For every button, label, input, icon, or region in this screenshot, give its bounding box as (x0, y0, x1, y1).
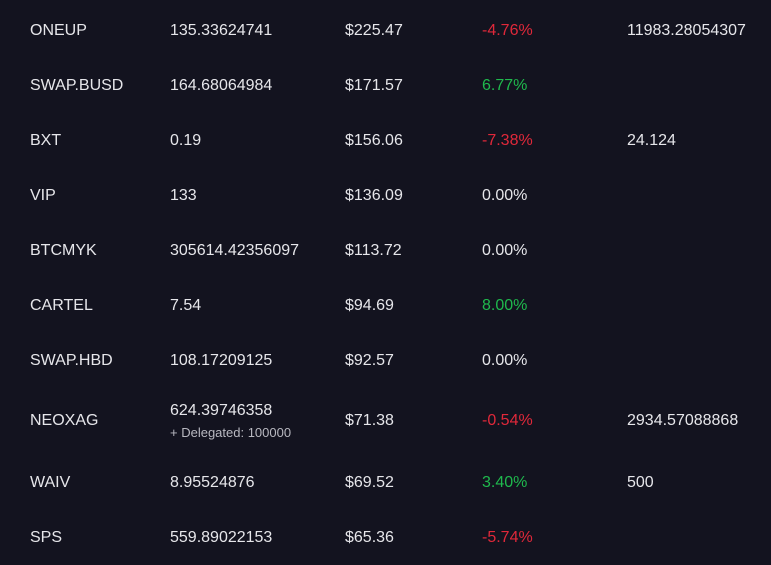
price-change: 8.00% (482, 296, 528, 314)
token-balance: 7.54 (170, 296, 202, 314)
price-change: 6.77% (482, 76, 528, 94)
table-row[interactable]: CARTEL 7.54 $94.69 8.00% (0, 278, 771, 333)
price-change: 0.00% (482, 241, 528, 259)
token-symbol[interactable]: BTCMYK (30, 242, 97, 260)
token-symbol[interactable]: SPS (30, 529, 62, 547)
price-change: 3.40% (482, 473, 528, 491)
token-value: $136.09 (345, 186, 403, 204)
token-value: $69.52 (345, 473, 394, 491)
token-symbol[interactable]: SWAP.HBD (30, 352, 113, 370)
token-symbol[interactable]: VIP (30, 187, 56, 205)
staked-amount: 24.124 (627, 131, 676, 149)
table-row[interactable]: WAIV 8.95524876 $69.52 3.40% 500 (0, 455, 771, 510)
token-symbol[interactable]: WAIV (30, 474, 70, 492)
price-change: 0.00% (482, 351, 528, 369)
staked-amount: 2934.57088868 (627, 411, 739, 429)
token-balance: 305614.42356097 (170, 241, 300, 259)
table-row[interactable]: NEOXAG 624.39746358 + Delegated: 100000 … (0, 388, 771, 453)
table-row[interactable]: VIP 133 $136.09 0.00% (0, 168, 771, 223)
token-symbol[interactable]: BXT (30, 132, 61, 150)
token-value: $94.69 (345, 296, 394, 314)
token-symbol[interactable]: SWAP.BUSD (30, 77, 123, 95)
token-value: $113.72 (345, 241, 402, 259)
staked-amount: 500 (627, 473, 654, 491)
token-balance: 8.95524876 (170, 473, 255, 491)
token-balance: 108.17209125 (170, 351, 273, 369)
token-value: $92.57 (345, 351, 394, 369)
price-change: -4.76% (482, 21, 533, 39)
staked-amount: 11983.28054307 (627, 21, 746, 39)
table-row[interactable]: BTCMYK 305614.42356097 $113.72 0.00% (0, 223, 771, 278)
token-balance: 133 (170, 186, 197, 204)
price-change: -0.54% (482, 411, 533, 429)
token-symbol[interactable]: ONEUP (30, 22, 87, 40)
table-row[interactable]: SWAP.HBD 108.17209125 $92.57 0.00% (0, 333, 771, 388)
table-row[interactable]: ONEUP 135.33624741 $225.47 -4.76% 11983.… (0, 3, 771, 58)
token-value: $225.47 (345, 21, 403, 39)
token-value: $171.57 (345, 76, 403, 94)
token-balance: 559.89022153 (170, 528, 273, 546)
price-change: -7.38% (482, 131, 533, 149)
token-balance: 0.19 (170, 131, 202, 149)
token-value: $65.36 (345, 528, 394, 546)
table-row[interactable]: SPS 559.89022153 $65.36 -5.74% (0, 510, 771, 565)
price-change: 0.00% (482, 186, 528, 204)
token-balance: 624.39746358 (170, 401, 273, 419)
token-value: $71.38 (345, 411, 394, 429)
token-balance-table: ONEUP 135.33624741 $225.47 -4.76% 11983.… (0, 0, 771, 565)
price-change: -5.74% (482, 528, 533, 546)
table-row[interactable]: SWAP.BUSD 164.68064984 $171.57 6.77% (0, 58, 771, 113)
token-balance: 164.68064984 (170, 76, 273, 94)
token-symbol[interactable]: NEOXAG (30, 412, 98, 430)
token-symbol[interactable]: CARTEL (30, 297, 93, 315)
table-row[interactable]: BXT 0.19 $156.06 -7.38% 24.124 (0, 113, 771, 168)
token-value: $156.06 (345, 131, 403, 149)
delegated-amount: + Delegated: 100000 (170, 424, 292, 440)
token-balance: 135.33624741 (170, 21, 273, 39)
